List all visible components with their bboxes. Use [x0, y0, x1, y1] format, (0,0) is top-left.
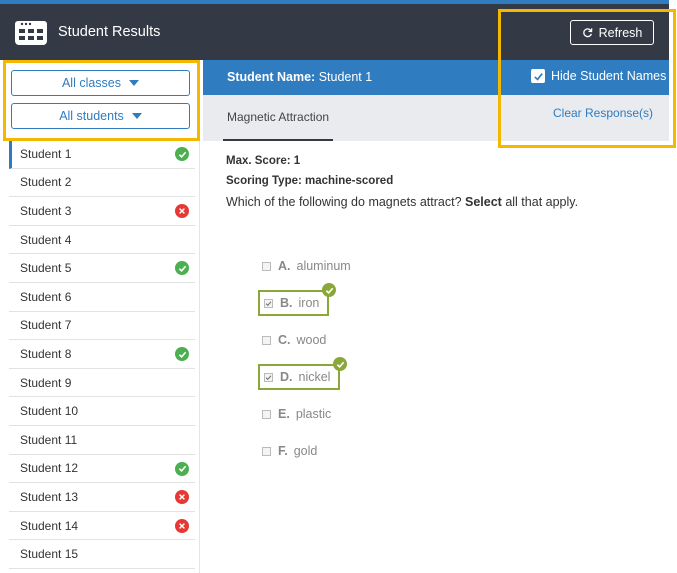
student-list-item[interactable]: Student 7: [9, 312, 195, 341]
prompt-text-end: all that apply.: [501, 195, 579, 209]
app-title: Student Results: [58, 24, 161, 40]
clear-responses-link[interactable]: Clear Response(s): [553, 106, 653, 120]
student-select-label: All students: [59, 109, 124, 123]
answer-letter: A.: [278, 259, 291, 273]
refresh-label: Refresh: [598, 25, 643, 40]
student-list-item[interactable]: Student 10: [9, 397, 195, 426]
student-label: Student 5: [20, 261, 72, 276]
correct-check-icon: [175, 461, 189, 476]
checkmark-icon: [265, 300, 272, 306]
hide-names-label: Hide Student Names: [551, 69, 667, 83]
correct-answer-icon: [322, 283, 336, 297]
caret-down-icon: [131, 113, 142, 119]
answer-checkbox[interactable]: [262, 261, 271, 271]
incorrect-x-icon: [175, 204, 189, 219]
checkmark-icon: [533, 72, 543, 81]
hide-student-names-toggle[interactable]: Hide Student Names: [531, 69, 666, 83]
student-label: Student 11: [20, 432, 78, 447]
prompt-text: Which of the following do magnets attrac…: [226, 195, 466, 209]
student-label: Student 7: [20, 318, 72, 333]
question-tab-bar: Magnetic Attraction Clear Response(s): [203, 95, 669, 141]
top-bar: Student Results Refresh: [0, 0, 669, 60]
answer-text: aluminum: [296, 259, 351, 273]
answer-text: plastic: [295, 407, 332, 421]
checkmark-icon: [265, 374, 272, 380]
student-label: Student 10: [20, 404, 79, 419]
answer-option[interactable]: E. plastic: [258, 401, 331, 427]
answer-option[interactable]: A. aluminum: [258, 253, 351, 279]
student-list-item[interactable]: Student 8: [9, 340, 195, 369]
student-name: Student Name: Student 1: [227, 70, 372, 84]
correct-check-icon: [175, 261, 189, 276]
answer-text: wood: [296, 333, 327, 347]
correct-answer-icon: [333, 357, 347, 371]
question-area: Max. Score: 1 Scoring Type: machine-scor…: [226, 155, 666, 209]
student-list-item[interactable]: Student 4: [9, 226, 195, 255]
answer-letter: C.: [278, 333, 291, 347]
incorrect-x-icon: [175, 518, 189, 533]
scoring-type: Scoring Type: machine-scored: [226, 175, 394, 187]
caret-down-icon: [129, 80, 140, 86]
calendar-grid-icon: [15, 21, 47, 45]
hide-names-checkbox[interactable]: [531, 69, 545, 83]
incorrect-x-icon: [175, 490, 189, 505]
student-label: Student 15: [20, 547, 79, 562]
refresh-icon: [582, 28, 592, 38]
answer-checkbox[interactable]: [262, 409, 271, 419]
answer-option[interactable]: B. iron: [258, 290, 330, 316]
student-label: Student 2: [20, 175, 72, 190]
student-label: Student 4: [20, 232, 72, 247]
student-list-item[interactable]: Student 9: [9, 369, 195, 398]
class-select-label: All classes: [61, 76, 122, 90]
student-name-label: Student Name:: [227, 70, 316, 84]
student-list-item[interactable]: Student 2: [9, 169, 195, 198]
answer-option[interactable]: D. nickel: [258, 364, 341, 390]
student-list-item[interactable]: Student 12: [9, 455, 195, 484]
student-list: Student 1 Student 2 Student 3 Student 4 Stud…: [9, 140, 195, 569]
refresh-button[interactable]: Refresh: [570, 20, 654, 45]
student-list-item[interactable]: Student 6: [9, 283, 195, 312]
answer-checkbox[interactable]: [262, 446, 271, 456]
student-list-item[interactable]: Student 1: [9, 140, 195, 169]
answer-text: iron: [298, 296, 320, 310]
student-name-value: Student 1: [318, 70, 373, 84]
student-label: Student 9: [20, 375, 72, 390]
answer-checkbox[interactable]: [262, 335, 271, 345]
answer-text: nickel: [298, 370, 331, 384]
student-label: Student 1: [20, 146, 72, 161]
student-label: Student 3: [20, 203, 72, 218]
student-list-item[interactable]: Student 3: [9, 197, 195, 226]
student-list-item[interactable]: Student 11: [9, 426, 195, 455]
student-name-bar: Student Name: Student 1 Hide Student Nam…: [203, 60, 669, 95]
student-sidebar: All classes All students Student 1 Studen…: [0, 60, 200, 573]
student-list-item[interactable]: Student 13: [9, 483, 195, 512]
student-label: Student 14: [20, 518, 79, 533]
student-list-item[interactable]: Student 15: [9, 540, 195, 569]
answer-option[interactable]: C. wood: [258, 327, 326, 353]
student-label: Student 13: [20, 489, 79, 504]
answer-text: gold: [293, 444, 318, 458]
answer-checkbox[interactable]: [264, 298, 273, 308]
student-list-item[interactable]: Student 5: [9, 254, 195, 283]
student-label: Student 6: [20, 289, 72, 304]
max-score: Max. Score: 1: [226, 155, 301, 167]
student-label: Student 8: [20, 346, 72, 361]
top-accent-line: [0, 0, 669, 4]
answer-option[interactable]: F. gold: [258, 438, 317, 464]
question-prompt: Which of the following do magnets attrac…: [226, 195, 666, 209]
correct-check-icon: [175, 147, 189, 161]
answer-letter: B.: [280, 296, 293, 310]
prompt-emphasis: Select: [465, 195, 502, 209]
answer-letter: D.: [280, 370, 293, 384]
student-select[interactable]: All students: [11, 103, 190, 129]
student-label: Student 12: [20, 461, 79, 476]
class-select[interactable]: All classes: [11, 70, 190, 96]
tab-magnetic-attraction[interactable]: Magnetic Attraction: [223, 95, 334, 141]
student-list-item[interactable]: Student 14: [9, 512, 195, 541]
correct-check-icon: [175, 347, 189, 362]
answer-letter: F.: [278, 444, 288, 458]
answer-checkbox[interactable]: [264, 372, 273, 382]
answer-letter: E.: [278, 407, 290, 421]
